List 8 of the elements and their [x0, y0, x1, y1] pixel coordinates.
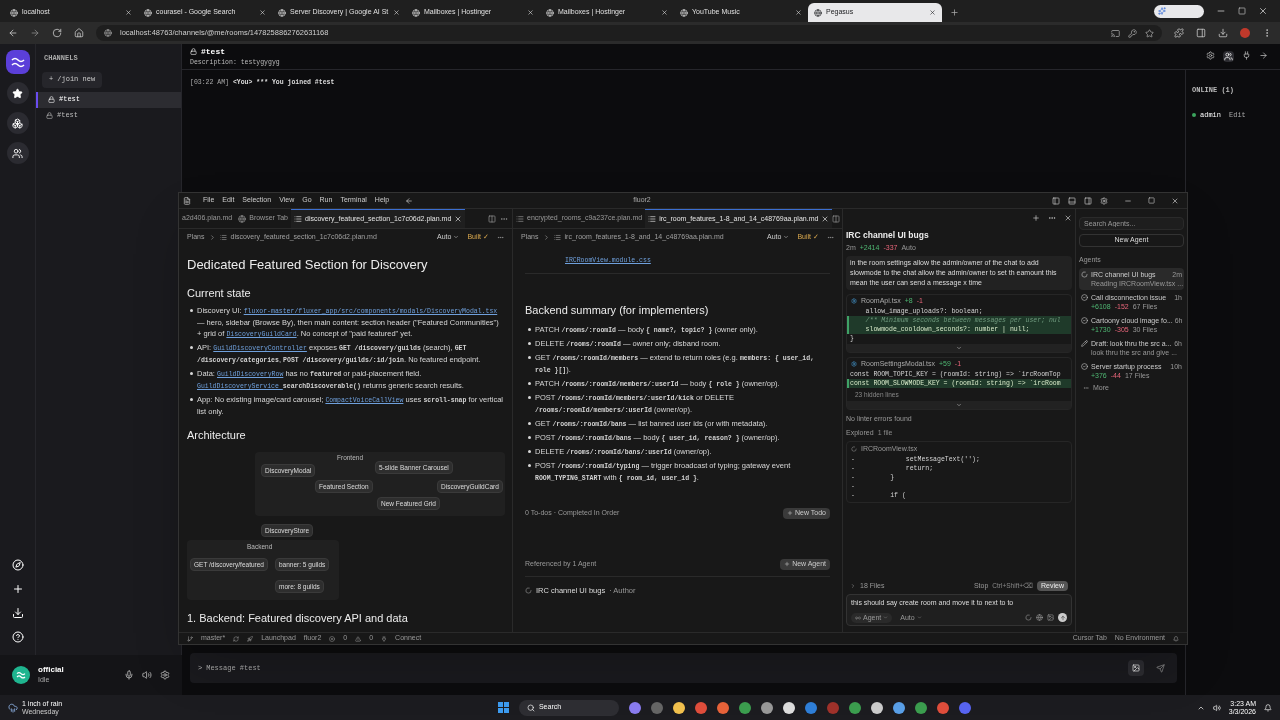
room-title: #test [201, 45, 225, 58]
section-heading: Architecture [187, 428, 247, 443]
document-title: Dedicated Featured Section for Discovery [187, 256, 429, 274]
user-name: official [38, 665, 64, 675]
section-heading: Current state [187, 285, 252, 301]
section-heading: Backend summary (for implementers) [525, 303, 710, 318]
chat-title: IRC channel UI bugs [846, 229, 930, 242]
section-heading: 1. Backend: Featured discovery API and data [187, 610, 409, 626]
